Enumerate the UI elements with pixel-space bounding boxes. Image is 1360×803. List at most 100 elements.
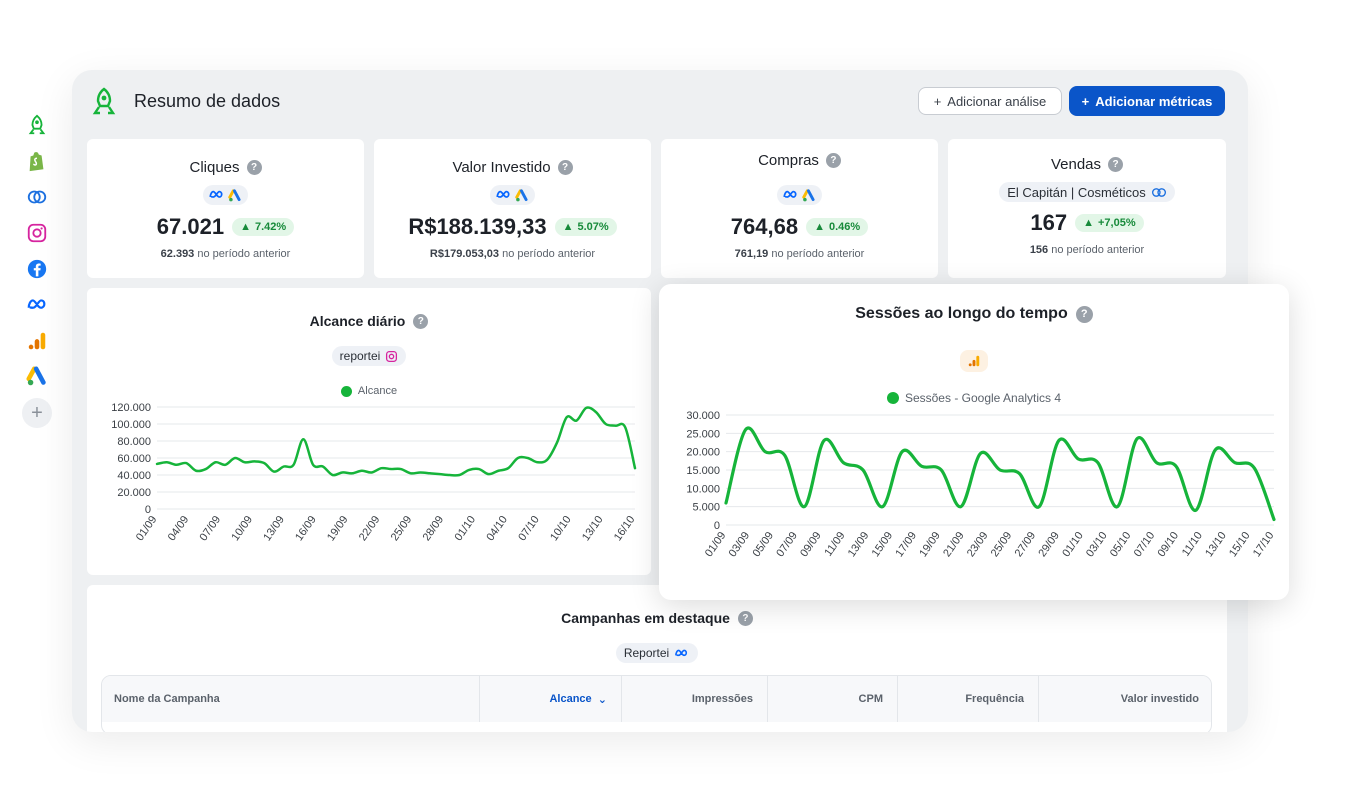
delta-badge: ▲ +7,05% bbox=[1075, 214, 1144, 232]
x-tick-label: 04/09 bbox=[166, 514, 192, 543]
column-header[interactable]: Valor investido bbox=[1039, 676, 1211, 722]
kpi-title-text: Compras bbox=[758, 152, 819, 169]
arrow-up-icon: ▲ bbox=[562, 221, 574, 233]
kpi-card-compras: Compras ? 764,68 ▲ 0.46% 761,19 no períod… bbox=[661, 139, 938, 278]
google-ads-icon bbox=[802, 188, 815, 201]
x-tick-label: 23/09 bbox=[965, 530, 991, 559]
facebook-icon[interactable] bbox=[22, 254, 52, 284]
kpi-previous: 62.393 no período anterior bbox=[87, 248, 364, 260]
kpi-previous: 761,19 no período anterior bbox=[661, 248, 938, 260]
column-header[interactable]: CPM bbox=[768, 676, 898, 722]
source-pill-wrap: Reportei bbox=[87, 643, 1227, 663]
kpi-value: 167 bbox=[1030, 210, 1068, 235]
campaigns-table-card: Campanhas em destaque ? Reportei Nome da… bbox=[87, 585, 1227, 732]
delta-text: 0.46% bbox=[828, 221, 861, 233]
prev-value: 62.393 bbox=[160, 248, 195, 260]
column-header[interactable]: Impressões bbox=[622, 676, 768, 722]
y-tick-label: 15.000 bbox=[686, 465, 720, 477]
kpi-title-text: Vendas bbox=[1050, 156, 1102, 173]
kpi-value-row: 764,68 ▲ 0.46% bbox=[661, 214, 938, 240]
prev-label: no período anterior bbox=[197, 248, 291, 260]
x-tick-label: 05/09 bbox=[750, 530, 776, 559]
rd-station-icon bbox=[1151, 187, 1166, 197]
kpi-card-vendas: Vendas ? El Capitán | Cosméticos 167 ▲ +7… bbox=[948, 139, 1226, 278]
rocket-icon bbox=[90, 86, 118, 118]
shopify-icon[interactable] bbox=[22, 146, 52, 176]
y-tick-label: 20.000 bbox=[117, 487, 151, 499]
meta-icon bbox=[675, 649, 688, 656]
google-ads-icon bbox=[228, 188, 241, 201]
add-metrics-label: Adicionar métricas bbox=[1095, 93, 1213, 109]
rocket-icon[interactable] bbox=[22, 110, 52, 140]
kpi-title-text: Valor Investido bbox=[452, 159, 551, 176]
x-tick-label: 03/09 bbox=[727, 530, 753, 559]
add-metrics-button[interactable]: + Adicionar métricas bbox=[1069, 86, 1225, 116]
x-tick-label: 19/09 bbox=[325, 514, 351, 543]
help-icon[interactable]: ? bbox=[1108, 157, 1124, 172]
meta-icon bbox=[496, 190, 510, 198]
help-icon[interactable]: ? bbox=[557, 160, 573, 175]
x-tick-label: 16/10 bbox=[612, 514, 638, 543]
x-tick-label: 01/10 bbox=[453, 514, 479, 543]
add-integration-icon[interactable]: + bbox=[22, 398, 52, 428]
kpi-value: R$188.139,33 bbox=[408, 214, 547, 239]
x-tick-label: 13/09 bbox=[846, 530, 872, 559]
delta-text: 5.07% bbox=[577, 221, 609, 233]
delta-text: 7.42% bbox=[254, 221, 287, 233]
x-tick-label: 07/10 bbox=[1132, 530, 1158, 559]
x-tick-label: 01/10 bbox=[1060, 530, 1086, 559]
x-tick-label: 05/10 bbox=[1108, 530, 1134, 559]
delta-badge: ▲ 7.42% bbox=[232, 218, 295, 236]
source-pill bbox=[777, 185, 822, 205]
y-tick-label: 120.000 bbox=[111, 402, 151, 414]
x-tick-label: 17/09 bbox=[893, 530, 919, 559]
google-analytics-icon[interactable] bbox=[22, 326, 52, 356]
x-tick-label: 19/09 bbox=[917, 530, 943, 559]
kpi-title-text: Cliques bbox=[189, 159, 240, 176]
column-label: Alcance bbox=[549, 693, 592, 705]
help-icon[interactable]: ? bbox=[246, 160, 262, 175]
column-header[interactable]: Frequência bbox=[898, 676, 1039, 722]
column-header-sorted[interactable]: Alcance ⌄ bbox=[480, 676, 622, 722]
rd-station-icon[interactable] bbox=[22, 182, 52, 212]
x-tick-label: 13/10 bbox=[1203, 530, 1229, 559]
campaigns-table: Nome da Campanha Alcance ⌄ Impressões CP… bbox=[101, 675, 1212, 732]
delta-badge: ▲ 0.46% bbox=[806, 218, 869, 236]
column-header[interactable]: Nome da Campanha bbox=[102, 676, 480, 722]
google-ads-icon bbox=[515, 188, 528, 201]
x-tick-label: 13/09 bbox=[261, 514, 287, 543]
add-analysis-label: Adicionar análise bbox=[947, 93, 1047, 109]
arrow-up-icon: ▲ bbox=[240, 221, 251, 233]
table-title: Campanhas em destaque ? bbox=[87, 610, 1227, 626]
google-ads-icon[interactable] bbox=[22, 362, 52, 392]
add-analysis-button[interactable]: + Adicionar análise bbox=[918, 87, 1062, 115]
meta-icon[interactable] bbox=[22, 290, 52, 320]
meta-icon bbox=[783, 190, 797, 198]
source-pill bbox=[490, 185, 535, 205]
column-label: Valor investido bbox=[1120, 693, 1199, 705]
x-tick-label: 01/09 bbox=[703, 530, 729, 559]
column-label: Impressões bbox=[691, 693, 753, 705]
x-tick-label: 09/10 bbox=[1156, 530, 1182, 559]
x-tick-label: 29/09 bbox=[1036, 530, 1062, 559]
y-tick-label: 20.000 bbox=[686, 447, 720, 459]
x-tick-label: 04/10 bbox=[484, 514, 510, 543]
y-tick-label: 80.000 bbox=[117, 436, 151, 448]
help-icon[interactable]: ? bbox=[825, 153, 841, 168]
kpi-previous: 156 no período anterior bbox=[948, 244, 1226, 256]
help-icon[interactable]: ? bbox=[737, 610, 753, 626]
x-tick-label: 27/09 bbox=[1013, 530, 1039, 559]
kpi-value: 764,68 bbox=[730, 214, 799, 239]
kpi-previous: R$179.053,03 no período anterior bbox=[374, 248, 651, 260]
instagram-icon[interactable] bbox=[22, 218, 52, 248]
prev-label: no período anterior bbox=[771, 248, 865, 260]
x-tick-label: 25/09 bbox=[389, 514, 415, 543]
arrow-up-icon: ▲ bbox=[1083, 217, 1094, 229]
prev-value: 156 bbox=[1029, 244, 1049, 256]
arrow-up-icon: ▲ bbox=[814, 221, 825, 233]
source-pill bbox=[203, 185, 248, 205]
integration-icon-strip: + bbox=[22, 110, 56, 428]
y-tick-label: 40.000 bbox=[117, 470, 151, 482]
column-label: CPM bbox=[858, 693, 883, 705]
sessions-chart-card: Sessões ao longo do tempo ? Sessões - Go… bbox=[659, 284, 1289, 600]
